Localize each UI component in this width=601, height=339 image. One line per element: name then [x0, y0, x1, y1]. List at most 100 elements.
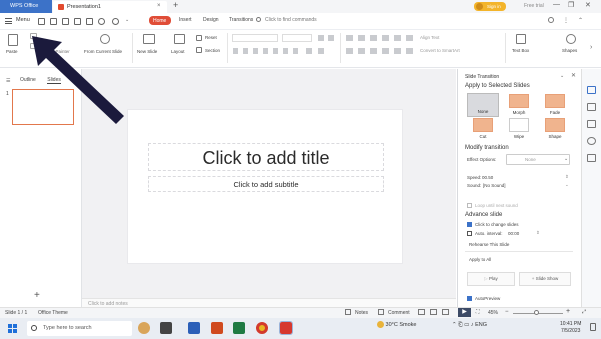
autopreview-checkbox[interactable]: [467, 296, 472, 301]
shadow-icon[interactable]: [273, 48, 278, 54]
sign-in-button[interactable]: Sign in: [474, 2, 506, 11]
section-icon[interactable]: [196, 47, 202, 53]
news-weather-app-icon[interactable]: [138, 322, 150, 334]
text-box-button[interactable]: Text Box: [512, 48, 529, 53]
properties-icon[interactable]: [587, 154, 596, 162]
bullets-icon[interactable]: [346, 35, 353, 41]
network-icon[interactable]: ⎗: [458, 322, 462, 328]
collapse-pane-icon[interactable]: ☰: [6, 78, 10, 84]
new-slide-button[interactable]: New Slide: [137, 49, 157, 54]
help-icon[interactable]: [548, 17, 554, 23]
word-app-icon[interactable]: [188, 322, 200, 334]
add-slide-icon[interactable]: +: [34, 290, 40, 301]
taskbar-search-input[interactable]: Type here to search: [27, 321, 132, 336]
close-window-icon[interactable]: ✕: [585, 1, 591, 9]
distribute-icon[interactable]: [394, 48, 401, 54]
highlight-icon[interactable]: [318, 48, 324, 54]
print-preview-icon[interactable]: [86, 18, 93, 25]
align-center-icon[interactable]: [358, 48, 365, 54]
shapes-icon[interactable]: [566, 34, 576, 44]
quick-access-more-icon[interactable]: ⌄: [125, 17, 129, 23]
wps-app-icon[interactable]: [279, 321, 293, 335]
notification-icon[interactable]: [590, 323, 596, 331]
save-icon[interactable]: [50, 18, 57, 25]
reset-button[interactable]: Reset: [205, 35, 217, 40]
font-size-dropdown[interactable]: [282, 34, 312, 42]
notes-icon[interactable]: [345, 309, 351, 315]
design-panel-icon[interactable]: [587, 120, 596, 128]
volume-icon[interactable]: ♪: [471, 322, 474, 328]
ribbon-next-icon[interactable]: ›: [590, 44, 592, 51]
paste-icon[interactable]: [8, 34, 18, 46]
reading-view-icon[interactable]: [442, 309, 449, 315]
auto-interval-value[interactable]: 00:00: [508, 231, 519, 236]
decrease-font-icon[interactable]: [328, 35, 334, 41]
chevron-down-icon[interactable]: ⌄: [565, 182, 569, 188]
find-commands-input[interactable]: Click to find commands: [256, 17, 317, 23]
tab-transitions[interactable]: Transitions: [229, 17, 253, 23]
click-change-checkbox[interactable]: [467, 222, 472, 227]
transition-morph[interactable]: [509, 94, 529, 108]
new-slide-icon[interactable]: [143, 34, 155, 44]
slide-canvas[interactable]: Click to add title Click to add subtitle: [127, 109, 403, 264]
restore-icon[interactable]: ❐: [568, 1, 574, 9]
powerpoint-app-icon[interactable]: [211, 322, 223, 334]
collapse-ribbon-icon[interactable]: ⌃: [578, 17, 583, 24]
new-tab-icon[interactable]: +: [173, 0, 178, 10]
panel-options-icon[interactable]: ⌄: [560, 73, 564, 79]
transition-fade[interactable]: [545, 94, 565, 108]
decrease-indent-icon[interactable]: [370, 35, 377, 41]
weather-status[interactable]: 30°C Smoke: [386, 322, 417, 328]
close-tab-icon[interactable]: ×: [157, 3, 161, 9]
tab-presentation1[interactable]: Presentation1 ×: [53, 1, 167, 13]
title-placeholder[interactable]: Click to add title: [148, 143, 384, 171]
normal-view-icon[interactable]: [418, 309, 425, 315]
align-text-button[interactable]: Align Text: [420, 35, 439, 40]
layout-button[interactable]: Layout: [171, 49, 185, 54]
italic-icon[interactable]: [243, 48, 248, 54]
language-indicator[interactable]: ENG: [475, 322, 487, 328]
auto-interval-checkbox[interactable]: [467, 231, 472, 236]
subscript-icon[interactable]: [293, 48, 298, 54]
open-folder-icon[interactable]: [38, 18, 45, 25]
play-button[interactable]: ▷ Play: [467, 272, 515, 286]
effect-options-dropdown[interactable]: None ⌄: [506, 154, 570, 165]
convert-to-smartart-button[interactable]: Convert to SmartArt: [420, 48, 460, 53]
font-color-icon[interactable]: [306, 48, 312, 54]
close-panel-icon[interactable]: ✕: [571, 72, 576, 79]
history-icon[interactable]: [587, 137, 596, 145]
strikethrough-icon[interactable]: [263, 48, 268, 54]
speed-value[interactable]: 00.50: [482, 175, 493, 180]
layout-icon[interactable]: [174, 34, 185, 44]
taskbar-clock[interactable]: 10:41 PM 7/5/2023: [560, 321, 581, 335]
redo-icon[interactable]: [112, 18, 119, 25]
shapes-button[interactable]: Shapes: [562, 48, 577, 53]
zoom-in-icon[interactable]: +: [566, 308, 570, 315]
animation-panel-icon[interactable]: [587, 103, 596, 111]
tab-wps-office[interactable]: WPS Office: [0, 0, 52, 13]
transition-panel-icon[interactable]: [587, 86, 596, 94]
sound-value[interactable]: [No Sound]: [483, 183, 506, 188]
export-pdf-icon[interactable]: [62, 18, 69, 25]
fit-window-icon[interactable]: ⤢: [582, 309, 586, 315]
notes-area[interactable]: Click to add notes: [82, 298, 456, 307]
print-icon[interactable]: [74, 18, 81, 25]
apply-to-all-button[interactable]: Apply to All: [469, 257, 491, 262]
play-slideshow-icon[interactable]: ▶: [458, 308, 471, 317]
text-direction-icon[interactable]: [406, 35, 413, 41]
justify-icon[interactable]: [382, 48, 389, 54]
columns-icon[interactable]: [406, 48, 413, 54]
notes-button[interactable]: Notes: [355, 310, 368, 316]
battery-icon[interactable]: ▭: [464, 322, 469, 328]
slide-sorter-icon[interactable]: [430, 309, 437, 315]
chrome-app-icon[interactable]: [256, 322, 268, 334]
reset-icon[interactable]: [196, 35, 202, 41]
increase-font-icon[interactable]: [318, 35, 324, 41]
font-name-dropdown[interactable]: [232, 34, 278, 42]
show-hidden-icons-icon[interactable]: ⌃: [452, 322, 457, 328]
windows-start-icon[interactable]: [8, 324, 17, 333]
transition-shape[interactable]: [545, 118, 565, 132]
tab-home[interactable]: Home: [149, 16, 171, 25]
underline-icon[interactable]: [253, 48, 258, 54]
tab-design[interactable]: Design: [203, 17, 219, 23]
